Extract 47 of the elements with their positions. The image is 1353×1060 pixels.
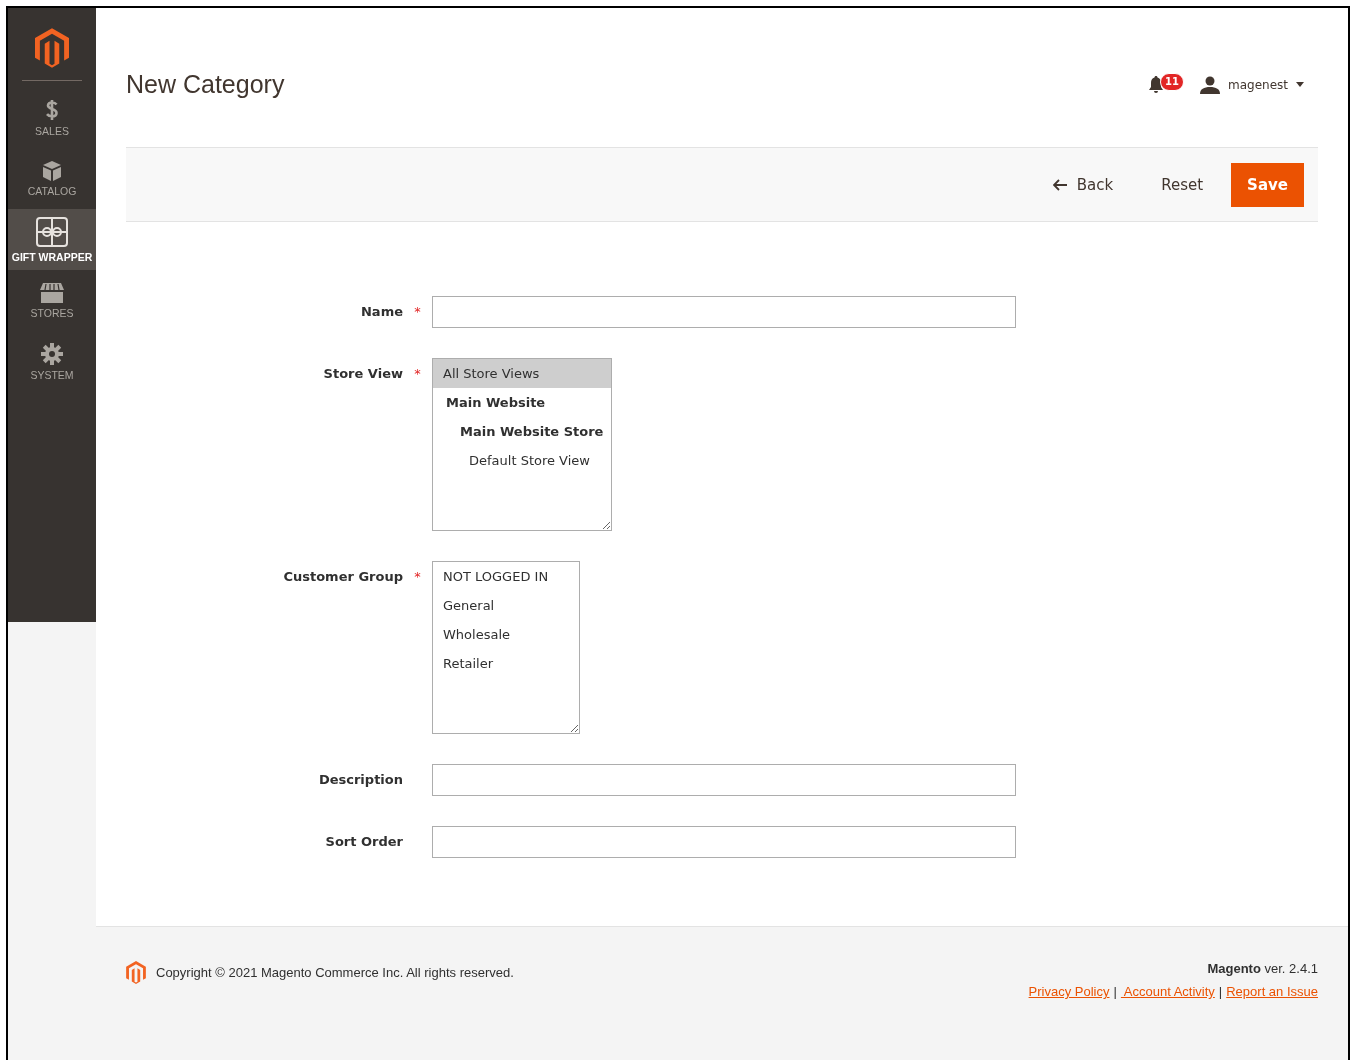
bell-icon [1148,75,1164,94]
copyright-text: Copyright © 2021 Magento Commerce Inc. All rights reserved. [156,965,514,980]
list-option[interactable]: Default Store View [433,446,612,475]
sidebar-item[interactable]: CATALOG [8,148,96,209]
page-title: New Category [126,69,285,99]
caret-icon [1296,82,1304,87]
notification-count: 11 [1160,72,1184,91]
field-label: Description [317,771,403,787]
sidebar-item[interactable]: STORES [8,270,96,331]
back-button[interactable]: Back [1032,162,1134,207]
list-option[interactable]: Main Website [433,388,612,417]
multiselect-list[interactable]: NOT LOGGED IN General Wholesale Retailer [432,561,580,734]
required-mark: * [414,366,421,381]
multiselect-list[interactable]: All Store Views Main Website Main Website Store Default Store View [432,358,613,531]
version-text: Magento ver. 2.4.1 [1207,961,1318,976]
logo-icon [35,28,69,68]
sidebar-item[interactable]: GIFT WRAPPER [8,209,96,270]
field-label: Store View [322,365,403,381]
required-mark: * [414,569,421,584]
input-field[interactable] [432,826,1016,858]
list-option[interactable]: Retailer [433,649,579,678]
box-icon [42,160,62,181]
gift-box-icon [36,216,68,247]
link-separator: | [1113,984,1117,999]
gear-icon [41,342,63,365]
reset-button[interactable]: Reset [1141,162,1224,207]
user-icon [1200,75,1220,94]
sidebar-item[interactable]: SALES [8,87,96,148]
list-option[interactable]: NOT LOGGED IN [433,562,579,591]
user-menu[interactable]: magenest [1200,75,1304,94]
list-option[interactable]: Main Website Store [433,417,612,446]
save-button[interactable]: Save [1231,162,1304,207]
link-separator: | [1218,984,1223,999]
field-label: Sort Order [324,833,403,849]
store-icon [40,282,64,303]
sidebar-item[interactable]: SYSTEM [8,331,96,392]
arrow-left-icon [1052,178,1067,191]
list-option[interactable]: Wholesale [433,620,579,649]
input-field[interactable] [432,296,1016,328]
required-mark: * [414,304,421,319]
dollar-icon [45,98,59,121]
list-option[interactable]: All Store Views [433,359,612,388]
field-label: Customer Group [282,568,403,584]
field-label: Name [360,303,403,319]
input-field[interactable] [432,764,1016,796]
logo-icon [126,961,146,984]
list-option[interactable]: General [433,591,579,620]
